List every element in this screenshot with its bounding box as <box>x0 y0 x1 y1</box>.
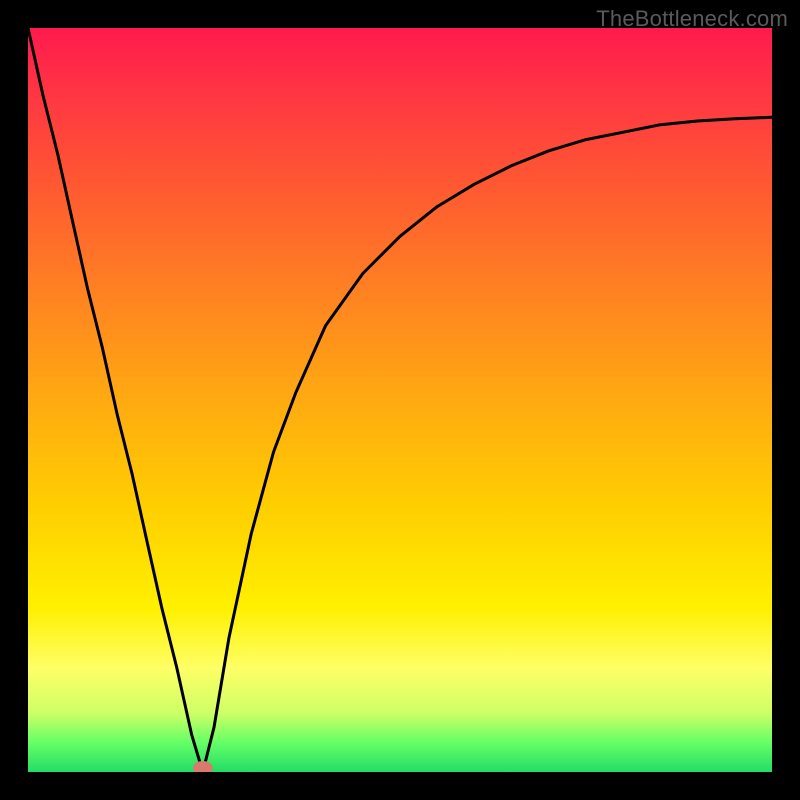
plot-area <box>28 28 772 772</box>
watermark-text: TheBottleneck.com <box>596 6 788 32</box>
